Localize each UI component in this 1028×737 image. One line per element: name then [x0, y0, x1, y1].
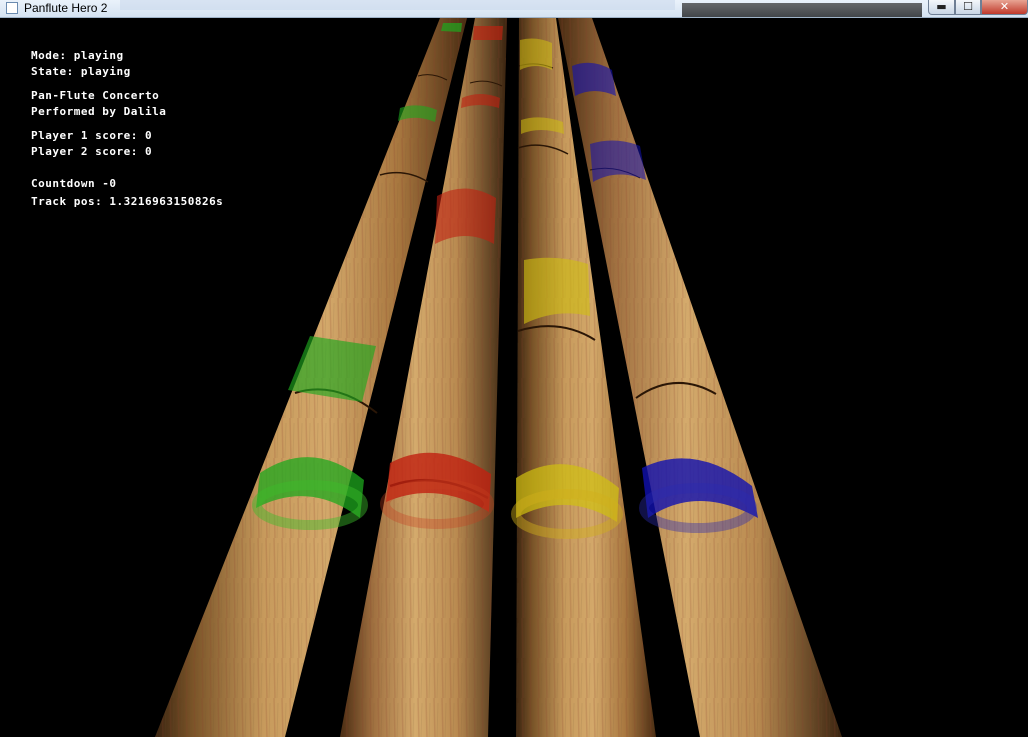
game-window: Panflute Hero 2 ▬ ☐ ✕ Mode: playing Stat…	[0, 0, 1028, 737]
hud-panel: Mode: playing State: playing Pan-Flute C…	[31, 48, 223, 210]
player2-score-text: Player 2 score: 0	[31, 145, 153, 158]
game-scene: Mode: playing State: playing Pan-Flute C…	[0, 18, 1028, 737]
title-bar-background	[120, 0, 675, 10]
countdown-text: Countdown -0	[31, 177, 117, 190]
close-button[interactable]: ✕	[981, 0, 1028, 15]
state-text: State: playing	[31, 65, 131, 78]
app-icon	[6, 2, 18, 14]
title-bar-overlay	[682, 3, 922, 17]
song-title-text: Pan-Flute Concerto	[31, 89, 160, 102]
performer-text: Performed by Dalila	[31, 105, 167, 118]
title-bar[interactable]: Panflute Hero 2 ▬ ☐ ✕	[0, 0, 1028, 18]
player1-score-text: Player 1 score: 0	[31, 129, 153, 142]
minimize-button[interactable]: ▬	[928, 0, 955, 15]
track-position-text: Track pos: 1.3216963150826s	[31, 195, 224, 208]
maximize-button[interactable]: ☐	[955, 0, 981, 15]
window-title: Panflute Hero 2	[24, 1, 108, 15]
mode-text: Mode: playing	[31, 49, 124, 62]
